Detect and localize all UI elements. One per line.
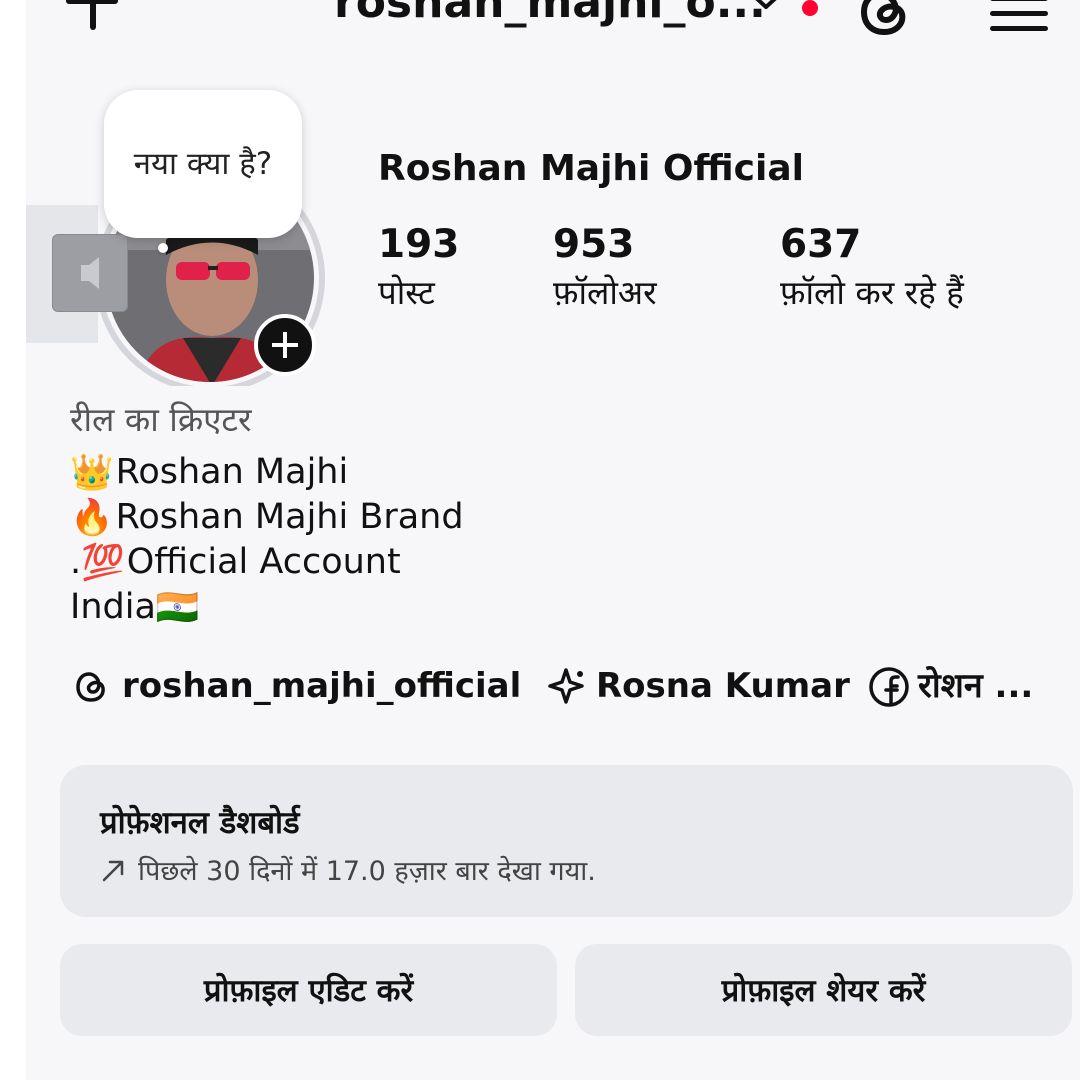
bio: रील का क्रिएटर 👑Roshan Majhi 🔥Roshan Maj…	[70, 398, 464, 630]
professional-dashboard-card[interactable]: प्रोफ़ेशनल डैशबोर्ड पिछले 30 दिनों में 1…	[60, 765, 1073, 917]
fire-icon: 🔥	[70, 498, 114, 538]
stat-posts-value: 193	[378, 222, 460, 267]
note-bubble-text: नया क्या है?	[133, 146, 273, 182]
profile-links: roshan_majhi_official Rosna Kumar रोशन .…	[72, 660, 1072, 712]
menu-icon[interactable]	[990, 0, 1048, 32]
dashboard-subtitle: पिछले 30 दिनों में 17.0 हज़ार बार देखा ग…	[100, 851, 596, 888]
crown-icon: 👑	[70, 453, 114, 493]
stat-posts-label: पोस्ट	[378, 273, 435, 312]
link-profile[interactable]: Rosna Kumar	[596, 660, 850, 712]
note-bubble-tail	[158, 243, 168, 253]
link-facebook[interactable]: रोशन ...	[918, 660, 1033, 712]
note-bubble[interactable]: नया क्या है?	[104, 90, 302, 238]
stat-following[interactable]: 637 फ़ॉलो कर रहे हैं	[780, 222, 964, 318]
bio-line: 👑Roshan Majhi	[70, 450, 464, 495]
speaker-icon	[81, 257, 99, 289]
bio-line: .💯Official Account	[70, 540, 464, 585]
trend-arrow-icon	[102, 860, 124, 882]
threads-icon	[76, 672, 105, 702]
bio-line-text: Roshan Majhi Brand	[115, 497, 464, 537]
bio-line: 🔥Roshan Majhi Brand	[70, 495, 464, 540]
plus-icon[interactable]	[62, 0, 122, 30]
header-username[interactable]: roshan_majhi_o...	[334, 0, 766, 28]
stat-following-value: 637	[780, 222, 862, 267]
stat-following-label: फ़ॉलो कर रहे हैं	[780, 273, 964, 312]
mute-button[interactable]	[52, 234, 128, 312]
bio-line-text: India	[70, 587, 156, 627]
chevron-down-icon[interactable]	[752, 0, 780, 10]
india-flag-icon: 🇮🇳	[155, 588, 200, 628]
link-threads[interactable]: roshan_majhi_official	[122, 660, 521, 712]
dashboard-title: प्रोफ़ेशनल डैशबोर्ड	[100, 805, 300, 841]
notification-dot	[802, 0, 818, 16]
add-story-button[interactable]	[254, 314, 316, 376]
bio-line: India🇮🇳	[70, 585, 464, 630]
bio-category: रील का क्रिएटर	[70, 400, 252, 439]
stat-followers[interactable]: 953 फ़ॉलोअर	[553, 222, 657, 318]
bio-line-prefix: .	[70, 542, 82, 582]
stat-followers-label: फ़ॉलोअर	[553, 273, 657, 312]
share-profile-button[interactable]: प्रोफ़ाइल शेयर करें	[575, 944, 1072, 1036]
edit-profile-button[interactable]: प्रोफ़ाइल एडिट करें	[60, 944, 557, 1036]
facebook-icon	[869, 667, 909, 707]
dashboard-subtitle-text: पिछले 30 दिनों में 17.0 हज़ार बार देखा ग…	[138, 856, 596, 887]
stat-followers-value: 953	[553, 222, 635, 267]
top-bar: roshan_majhi_o...	[0, 0, 1080, 40]
bio-line-text: Official Account	[126, 542, 401, 582]
threads-icon[interactable]	[856, 0, 914, 36]
bio-line-text: Roshan Majhi	[115, 452, 349, 492]
hundred-icon: 💯	[81, 543, 125, 583]
stat-posts[interactable]: 193 पोस्ट	[378, 222, 459, 318]
display-name: Roshan Majhi Official	[378, 148, 804, 189]
sparkle-icon	[548, 668, 584, 704]
